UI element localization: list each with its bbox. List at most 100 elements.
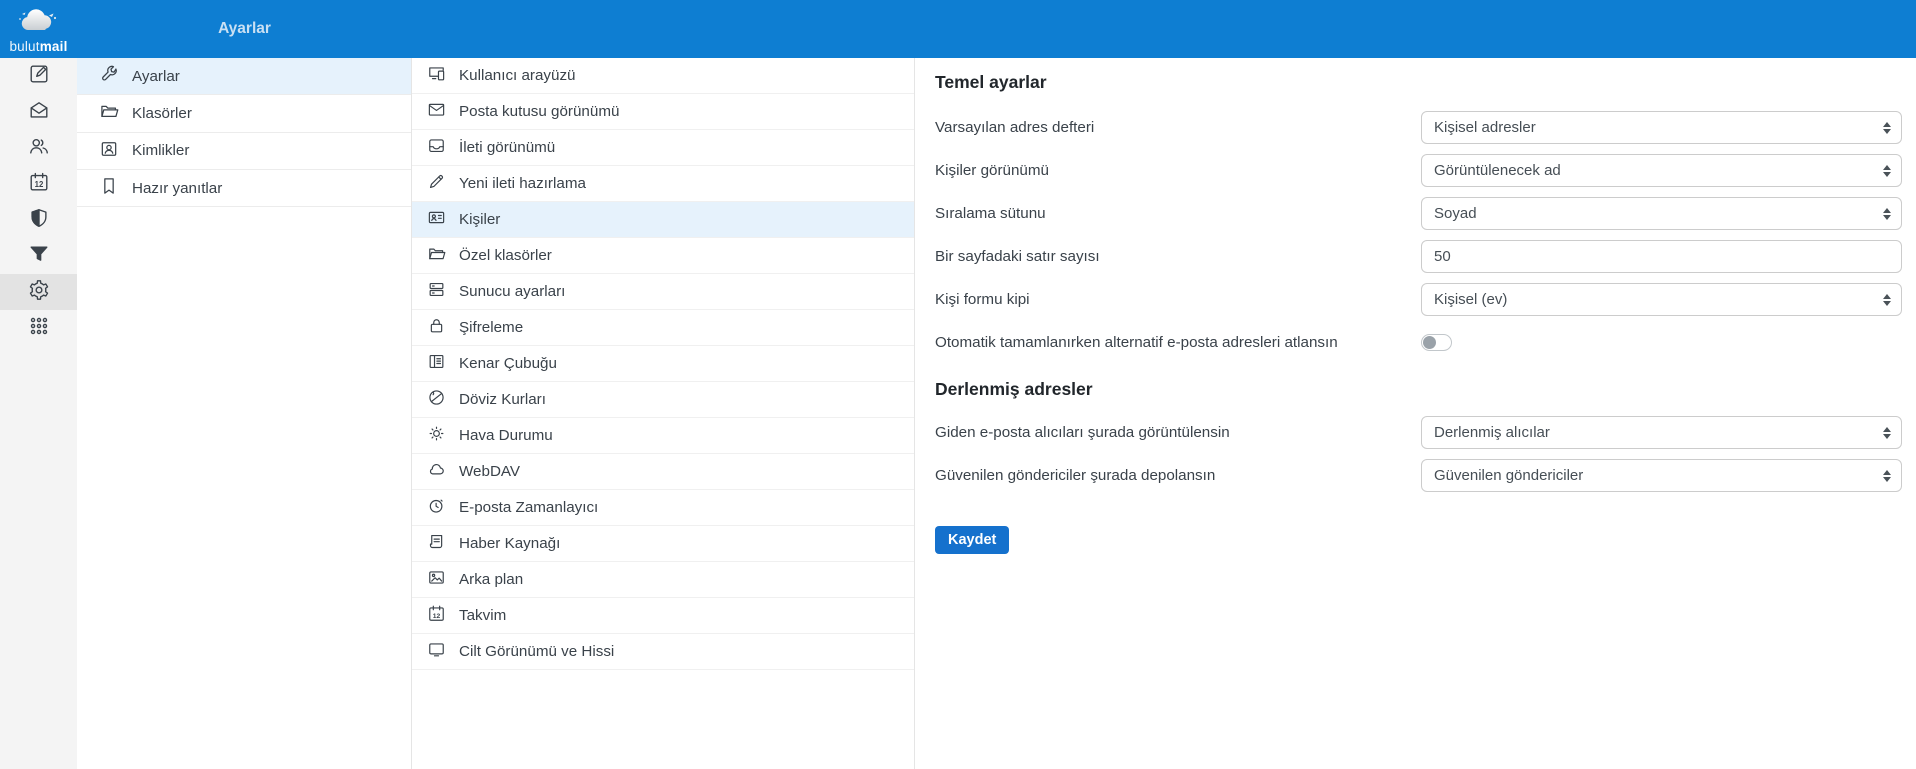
section-label: Hava Durumu: [459, 427, 553, 444]
section-label: Haber Kaynağı: [459, 535, 561, 552]
top-bar: bulutmail Ayarlar: [0, 0, 1916, 58]
section-kenar-cubugu[interactable]: Kenar Çubuğu: [412, 346, 914, 382]
toggle-knob: [1423, 336, 1436, 349]
id-card-icon: [99, 139, 119, 163]
section-label: Kullanıcı arayüzü: [459, 67, 576, 84]
form-row: Güvenilen göndericiler şurada depolansın…: [935, 459, 1902, 492]
image-icon: [427, 568, 446, 591]
sun-icon: [427, 424, 446, 447]
field-label: Varsayılan adres defteri: [935, 119, 1095, 136]
skip-alternative-emails-toggle[interactable]: [1421, 334, 1452, 351]
nav-item-ayarlar[interactable]: Ayarlar: [77, 58, 411, 96]
task-rail: 12: [0, 58, 77, 769]
nav-item-klasorler[interactable]: Klasörler: [77, 95, 411, 133]
svg-text:12: 12: [433, 613, 441, 620]
section-label: E-posta Zamanlayıcı: [459, 499, 599, 516]
brand-logo[interactable]: bulutmail: [0, 0, 77, 58]
section-doviz-kurlari[interactable]: Döviz Kurları: [412, 382, 914, 418]
contacts-view-select[interactable]: Görüntülenecek ad: [1421, 154, 1902, 187]
section-label: Döviz Kurları: [459, 391, 546, 408]
settings-nav: Ayarlar Klasörler Kimlikler Hazır yanıtl…: [77, 58, 412, 769]
calendar-button[interactable]: 12: [0, 166, 77, 202]
field-label: Kişiler görünümü: [935, 162, 1049, 179]
mail-button[interactable]: [0, 94, 77, 130]
compose-button[interactable]: [0, 58, 77, 94]
settings-button[interactable]: [0, 274, 77, 310]
section-label: WebDAV: [459, 463, 521, 480]
nav-item-label: Klasörler: [132, 104, 192, 122]
save-button[interactable]: Kaydet: [935, 526, 1010, 554]
section-e-posta-zamanlayici[interactable]: E-posta Zamanlayıcı: [412, 490, 914, 526]
select-value: Kişisel adresler: [1434, 119, 1536, 136]
app-content: 12 Ayarlar Klasörler Kimlikler Hazır yan…: [0, 58, 1916, 769]
default-addressbook-select[interactable]: Kişisel adresler: [1421, 111, 1902, 144]
server-icon: [427, 280, 446, 303]
globe-icon: [427, 388, 446, 411]
envelope-icon: [427, 100, 446, 123]
section-takvim[interactable]: 12 Takvim: [412, 598, 914, 634]
message-view-icon: [427, 136, 446, 159]
trusted-senders-select[interactable]: Güvenilen göndericiler: [1421, 459, 1902, 492]
section-arka-plan[interactable]: Arka plan: [412, 562, 914, 598]
filter-icon: [28, 243, 50, 270]
nav-item-kimlikler[interactable]: Kimlikler: [77, 133, 411, 170]
section-heading-derlenmis-adresler: Derlenmiş adresler: [935, 379, 1093, 399]
section-label: Yeni ileti hazırlama: [459, 175, 586, 192]
form-row: Giden e-posta alıcıları şurada görüntüle…: [935, 416, 1902, 449]
security-button[interactable]: [0, 202, 77, 238]
padlock-icon: [427, 316, 446, 339]
sort-column-select[interactable]: Soyad: [1421, 197, 1902, 230]
form-row: Kişi formu kipi Kişisel (ev): [935, 283, 1902, 316]
section-cilt-gorunumu-ve-hissi[interactable]: Cilt Görünümü ve Hissi: [412, 634, 914, 670]
collected-recipients-select[interactable]: Derlenmiş alıcılar: [1421, 416, 1902, 449]
section-sifreleme[interactable]: Şifreleme: [412, 310, 914, 346]
select-value: Güvenilen göndericiler: [1434, 467, 1584, 484]
folder-icon: [99, 101, 119, 125]
filter-button[interactable]: [0, 238, 77, 274]
field-label: Otomatik tamamlanırken alternatif e-post…: [935, 334, 1338, 351]
contact-form-mode-select[interactable]: Kişisel (ev): [1421, 283, 1902, 316]
select-arrows-icon: [1883, 426, 1891, 439]
section-haber-kaynagi[interactable]: Haber Kaynağı: [412, 526, 914, 562]
news-scroll-icon: [427, 532, 446, 555]
apps-button[interactable]: [0, 310, 77, 346]
brand-name: bulutmail: [9, 38, 68, 54]
section-hava-durumu[interactable]: Hava Durumu: [412, 418, 914, 454]
select-arrows-icon: [1883, 164, 1891, 177]
section-ozel-klasorler[interactable]: Özel klasörler: [412, 238, 914, 274]
nav-item-label: Ayarlar: [132, 67, 180, 85]
timer-clock-icon: [427, 496, 446, 519]
field-label: Güvenilen göndericiler şurada depolansın: [935, 467, 1216, 484]
section-ileti-gorunumu[interactable]: İleti görünümü: [412, 130, 914, 166]
section-yeni-ileti-hazirlama[interactable]: Yeni ileti hazırlama: [412, 166, 914, 202]
section-label: İleti görünümü: [459, 139, 556, 156]
calendar-icon: 12: [427, 604, 446, 627]
compose-icon: [28, 63, 50, 90]
select-arrows-icon: [1883, 121, 1891, 134]
contacts-button[interactable]: [0, 130, 77, 166]
svg-text:12: 12: [34, 180, 43, 189]
select-arrows-icon: [1883, 469, 1891, 482]
section-label: Şifreleme: [459, 319, 524, 336]
security-shield-icon: [28, 207, 50, 234]
devices-icon: [427, 64, 446, 87]
nav-item-hazir-yanitlar[interactable]: Hazır yanıtlar: [77, 170, 411, 208]
section-kullanici-arayuzu[interactable]: Kullanıcı arayüzü: [412, 58, 914, 94]
section-posta-kutusu-gorunumu[interactable]: Posta kutusu görünümü: [412, 94, 914, 130]
section-sunucu-ayarlari[interactable]: Sunucu ayarları: [412, 274, 914, 310]
cloud-logo-icon: [16, 8, 62, 38]
rows-per-page-input[interactable]: [1434, 248, 1889, 265]
folder-open-icon: [427, 244, 446, 267]
settings-form: Temel ayarlar Varsayılan adres defteri K…: [915, 58, 1916, 769]
page-title: Ayarlar: [218, 20, 271, 37]
pencil-icon: [427, 172, 446, 195]
form-row: Sıralama sütunu Soyad: [935, 197, 1902, 230]
wrench-icon: [99, 64, 119, 88]
section-kisiler[interactable]: Kişiler: [412, 202, 914, 238]
cloud-icon: [427, 460, 446, 483]
form-row: Varsayılan adres defteri Kişisel adresle…: [935, 111, 1902, 144]
field-label: Sıralama sütunu: [935, 205, 1046, 222]
bookmark-icon: [99, 176, 119, 200]
section-webdav[interactable]: WebDAV: [412, 454, 914, 490]
section-heading-temel-ayarlar: Temel ayarlar: [935, 72, 1047, 92]
